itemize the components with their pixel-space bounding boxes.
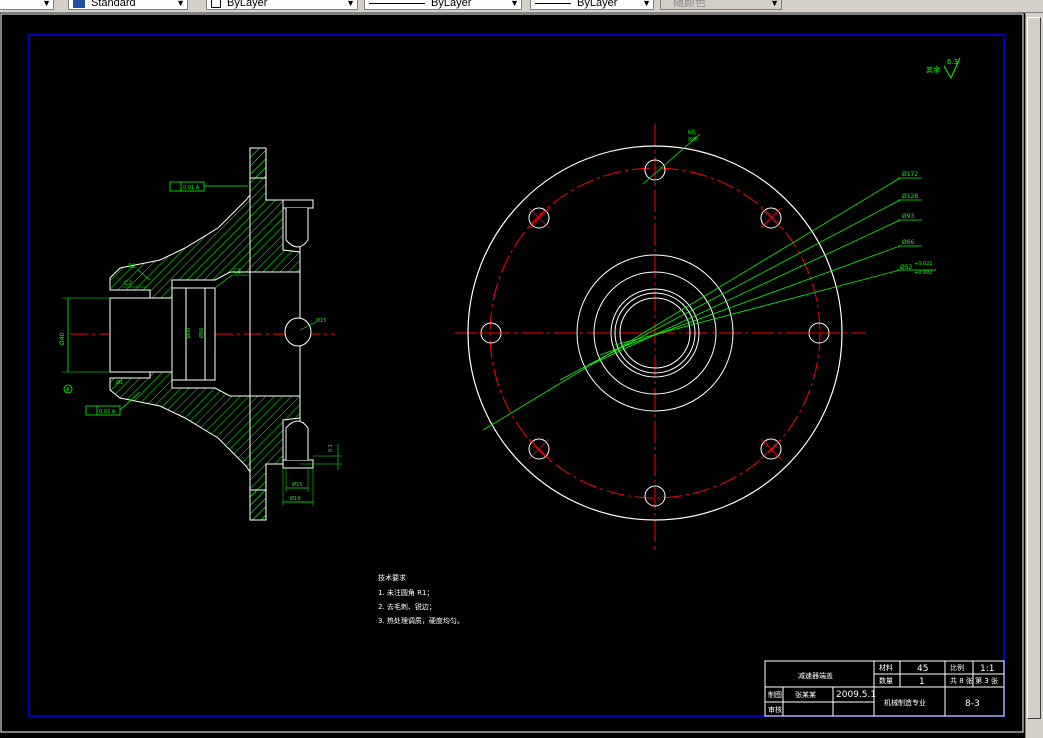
tb-qty-label: 数量 xyxy=(879,676,893,685)
cad-drawing: 其余 6.3 Ø40 A 0.01 A 0.02 A R2 C2 C2 Ø15 … xyxy=(0,13,1024,733)
properties-toolbar: ▼ Standard ▼ ByLayer ▼ ByLayer ▼ ByLayer ▼ 随… xyxy=(0,0,1043,13)
dim-d172: Ø172 xyxy=(902,171,918,178)
dim-tol-upper: +0.021 xyxy=(914,261,933,267)
dim-d93: Ø93 xyxy=(902,213,915,220)
tb-material-label: 材料 xyxy=(879,663,893,672)
dim-c2a: C2 xyxy=(124,280,132,287)
tb-check-label: 审核 xyxy=(768,705,782,714)
front-view: Ø172 Ø128 Ø93 Ø66 Ø52 +0.021 +0.002 6孔 均… xyxy=(455,124,936,552)
tech-req-3: 3. 热处理调质，硬度均匀。 xyxy=(378,616,464,625)
tb-school: 机械制造专业 xyxy=(884,698,926,707)
roughness-prefix: 其余 xyxy=(926,65,940,74)
front-dimensions: Ø172 Ø128 Ø93 Ø66 Ø52 +0.021 +0.002 6孔 均… xyxy=(482,129,936,431)
linetype-value: ByLayer xyxy=(431,0,472,9)
tb-part-name: 减速器端盖 xyxy=(798,671,833,680)
layer-dropdown[interactable]: ByLayer ▼ xyxy=(206,0,358,10)
text-style-value: Standard xyxy=(91,0,136,9)
dim-d52: Ø52 xyxy=(900,264,913,271)
color-value: 随颜色 xyxy=(673,0,706,9)
tb-sheet: 共 8 张 第 3 张 xyxy=(950,676,998,685)
hole-note: 6孔 xyxy=(688,129,696,136)
tb-date: 2009.5.1 xyxy=(836,690,876,700)
scrollbar-thumb[interactable] xyxy=(1027,17,1041,719)
line-sample-icon xyxy=(535,2,571,4)
lineweight-value: ByLayer xyxy=(577,0,618,9)
color-square-icon xyxy=(211,0,221,9)
svg-text:Ø15: Ø15 xyxy=(316,317,326,324)
tb-drawn-name: 张某某 xyxy=(795,690,816,699)
svg-text:Ø50: Ø50 xyxy=(185,328,192,338)
tb-scale-label: 比例 xyxy=(950,663,964,672)
dim-tol-lower: +0.002 xyxy=(914,270,933,276)
datum-label: A xyxy=(66,387,70,393)
chevron-down-icon: ▼ xyxy=(176,0,185,8)
text-style-icon xyxy=(73,0,85,9)
dim-d128: Ø128 xyxy=(902,193,918,200)
tb-drawn-label: 制图 xyxy=(768,690,782,699)
chevron-down-icon: ▼ xyxy=(42,0,51,8)
dim-r2: R2 xyxy=(128,263,136,270)
chevron-down-icon: ▼ xyxy=(510,0,519,8)
vertical-scrollbar[interactable] xyxy=(1025,13,1043,738)
svg-text:Ø56: Ø56 xyxy=(198,328,205,338)
tech-req-1: 1. 未注圆角 R1； xyxy=(378,588,433,597)
line-sample-icon xyxy=(369,2,425,4)
tech-req-2: 2. 去毛刺、锐边； xyxy=(378,602,436,611)
tb-scale: 1:1 xyxy=(980,664,994,674)
dim-d66: Ø66 xyxy=(902,239,915,246)
technical-requirements: 技术要求 1. 未注圆角 R1； 2. 去毛刺、锐边； 3. 热处理调质，硬度均… xyxy=(378,573,464,625)
dim-d40: Ø40 xyxy=(59,332,66,345)
chevron-down-icon: ▼ xyxy=(642,0,651,8)
dim-d15: Ø15 xyxy=(292,481,302,488)
tb-qty: 1 xyxy=(919,677,925,687)
text-style-dropdown[interactable]: Standard ▼ xyxy=(68,0,188,10)
hatch-upper xyxy=(109,147,301,299)
dim-c2b: C2 xyxy=(233,268,241,275)
dim-side: 0.1 xyxy=(328,444,334,452)
svg-text:Ø1: Ø1 xyxy=(116,379,123,386)
center-hole xyxy=(284,317,312,347)
layer-value: ByLayer xyxy=(227,0,268,9)
tech-req-title: 技术要求 xyxy=(378,573,406,582)
roughness-symbol: 其余 6.3 xyxy=(926,57,961,80)
chevron-down-icon: ▼ xyxy=(346,0,355,8)
linetype-dropdown[interactable]: ByLayer ▼ xyxy=(364,0,522,10)
drawing-canvas[interactable]: 其余 6.3 Ø40 A 0.01 A 0.02 A R2 C2 C2 Ø15 … xyxy=(0,13,1043,738)
fcf-1: 0.01 A xyxy=(183,185,200,191)
svg-text:均布: 均布 xyxy=(688,136,698,143)
tb-drawing-no: 8-3 xyxy=(965,699,980,709)
fcf-2: 0.02 A xyxy=(99,409,116,415)
section-view: Ø40 A 0.01 A 0.02 A R2 C2 C2 Ø15 Ø19 0.1… xyxy=(59,147,342,521)
hatch-lower xyxy=(109,371,301,521)
chevron-down-icon: ▼ xyxy=(770,0,779,8)
color-dropdown[interactable]: 随颜色 ▼ xyxy=(660,0,782,10)
dim-d19: Ø19 xyxy=(290,495,300,502)
lineweight-dropdown[interactable]: ByLayer ▼ xyxy=(530,0,654,10)
tb-material: 45 xyxy=(917,664,928,674)
text-style-dropdown-left[interactable]: ▼ xyxy=(0,0,54,10)
